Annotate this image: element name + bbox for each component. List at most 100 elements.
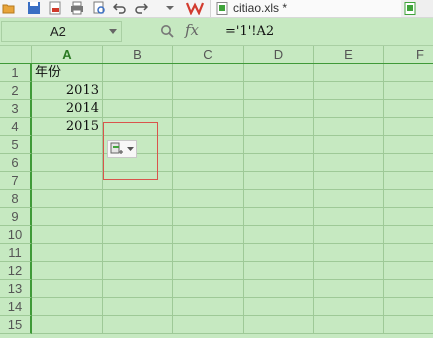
row-header-10[interactable]: 10 — [0, 226, 32, 244]
cell-d14[interactable] — [244, 298, 314, 316]
cell-a7[interactable] — [32, 172, 103, 190]
cell-d1[interactable] — [244, 64, 314, 82]
cell-e4[interactable] — [314, 118, 384, 136]
cell-a4[interactable]: 2015 — [32, 118, 103, 136]
cell-f15[interactable] — [384, 316, 433, 334]
cell-e7[interactable] — [314, 172, 384, 190]
cell-f5[interactable] — [384, 136, 433, 154]
cell-c8[interactable] — [173, 190, 244, 208]
cell-d13[interactable] — [244, 280, 314, 298]
cell-f10[interactable] — [384, 226, 433, 244]
cell-b1[interactable] — [103, 64, 173, 82]
select-all-corner[interactable] — [0, 46, 32, 63]
cell-a15[interactable] — [32, 316, 103, 334]
cell-c11[interactable] — [173, 244, 244, 262]
cell-f7[interactable] — [384, 172, 433, 190]
open-folder-icon[interactable] — [2, 1, 16, 15]
cell-b13[interactable] — [103, 280, 173, 298]
cell-b9[interactable] — [103, 208, 173, 226]
cell-e11[interactable] — [314, 244, 384, 262]
cell-f2[interactable] — [384, 82, 433, 100]
row-header-7[interactable]: 7 — [0, 172, 32, 190]
cell-d4[interactable] — [244, 118, 314, 136]
row-header-6[interactable]: 6 — [0, 154, 32, 172]
row-header-3[interactable]: 3 — [0, 100, 32, 118]
cell-a8[interactable] — [32, 190, 103, 208]
cell-d6[interactable] — [244, 154, 314, 172]
row-header-5[interactable]: 5 — [0, 136, 32, 154]
cell-c4[interactable] — [173, 118, 244, 136]
cell-f1[interactable] — [384, 64, 433, 82]
cell-c1[interactable] — [173, 64, 244, 82]
cell-f13[interactable] — [384, 280, 433, 298]
cell-f4[interactable] — [384, 118, 433, 136]
cell-d10[interactable] — [244, 226, 314, 244]
formula-input[interactable]: ='1'!A2 — [215, 21, 431, 42]
cell-f9[interactable] — [384, 208, 433, 226]
redo-icon[interactable] — [134, 1, 148, 15]
cell-a2[interactable]: 2013 — [32, 82, 103, 100]
cell-c15[interactable] — [173, 316, 244, 334]
cell-e15[interactable] — [314, 316, 384, 334]
print-preview-icon[interactable] — [92, 1, 106, 15]
cell-a13[interactable] — [32, 280, 103, 298]
cell-c6[interactable] — [173, 154, 244, 172]
export-pdf-icon[interactable] — [48, 1, 62, 15]
row-header-11[interactable]: 11 — [0, 244, 32, 262]
toolbar-dropdown-icon[interactable] — [163, 1, 177, 15]
second-tab[interactable] — [401, 0, 433, 17]
row-header-2[interactable]: 2 — [0, 82, 32, 100]
row-header-14[interactable]: 14 — [0, 298, 32, 316]
cell-b2[interactable] — [103, 82, 173, 100]
cell-d2[interactable] — [244, 82, 314, 100]
cell-c5[interactable] — [173, 136, 244, 154]
paste-options-button[interactable] — [107, 140, 137, 158]
cell-e9[interactable] — [314, 208, 384, 226]
row-header-8[interactable]: 8 — [0, 190, 32, 208]
cell-a12[interactable] — [32, 262, 103, 280]
cell-d11[interactable] — [244, 244, 314, 262]
cell-a1[interactable]: 年份 — [32, 64, 103, 82]
cell-a6[interactable] — [32, 154, 103, 172]
row-header-1[interactable]: 1 — [0, 64, 32, 82]
cell-e12[interactable] — [314, 262, 384, 280]
wps-logo-icon[interactable] — [186, 1, 204, 15]
cell-f3[interactable] — [384, 100, 433, 118]
cell-b3[interactable] — [103, 100, 173, 118]
name-box[interactable]: A2 — [1, 21, 122, 42]
chevron-down-icon[interactable] — [109, 29, 117, 35]
cell-e14[interactable] — [314, 298, 384, 316]
cell-b15[interactable] — [103, 316, 173, 334]
cell-a9[interactable] — [32, 208, 103, 226]
print-icon[interactable] — [70, 1, 84, 15]
cell-d7[interactable] — [244, 172, 314, 190]
cell-e1[interactable] — [314, 64, 384, 82]
cell-a5[interactable] — [32, 136, 103, 154]
cell-f14[interactable] — [384, 298, 433, 316]
cell-d9[interactable] — [244, 208, 314, 226]
cell-f12[interactable] — [384, 262, 433, 280]
cell-c3[interactable] — [173, 100, 244, 118]
cell-e3[interactable] — [314, 100, 384, 118]
save-icon[interactable] — [27, 1, 41, 15]
cell-b12[interactable] — [103, 262, 173, 280]
cell-e8[interactable] — [314, 190, 384, 208]
cell-c7[interactable] — [173, 172, 244, 190]
cell-b8[interactable] — [103, 190, 173, 208]
cell-c13[interactable] — [173, 280, 244, 298]
cell-d15[interactable] — [244, 316, 314, 334]
cell-e5[interactable] — [314, 136, 384, 154]
document-tab[interactable]: citiao.xls * — [210, 0, 402, 17]
cell-a14[interactable] — [32, 298, 103, 316]
cell-f11[interactable] — [384, 244, 433, 262]
row-header-12[interactable]: 12 — [0, 262, 32, 280]
cell-f6[interactable] — [384, 154, 433, 172]
cell-d12[interactable] — [244, 262, 314, 280]
cell-f8[interactable] — [384, 190, 433, 208]
column-header-f[interactable]: F — [384, 46, 433, 63]
cell-d3[interactable] — [244, 100, 314, 118]
cell-b10[interactable] — [103, 226, 173, 244]
cell-a10[interactable] — [32, 226, 103, 244]
cell-e6[interactable] — [314, 154, 384, 172]
row-header-9[interactable]: 9 — [0, 208, 32, 226]
